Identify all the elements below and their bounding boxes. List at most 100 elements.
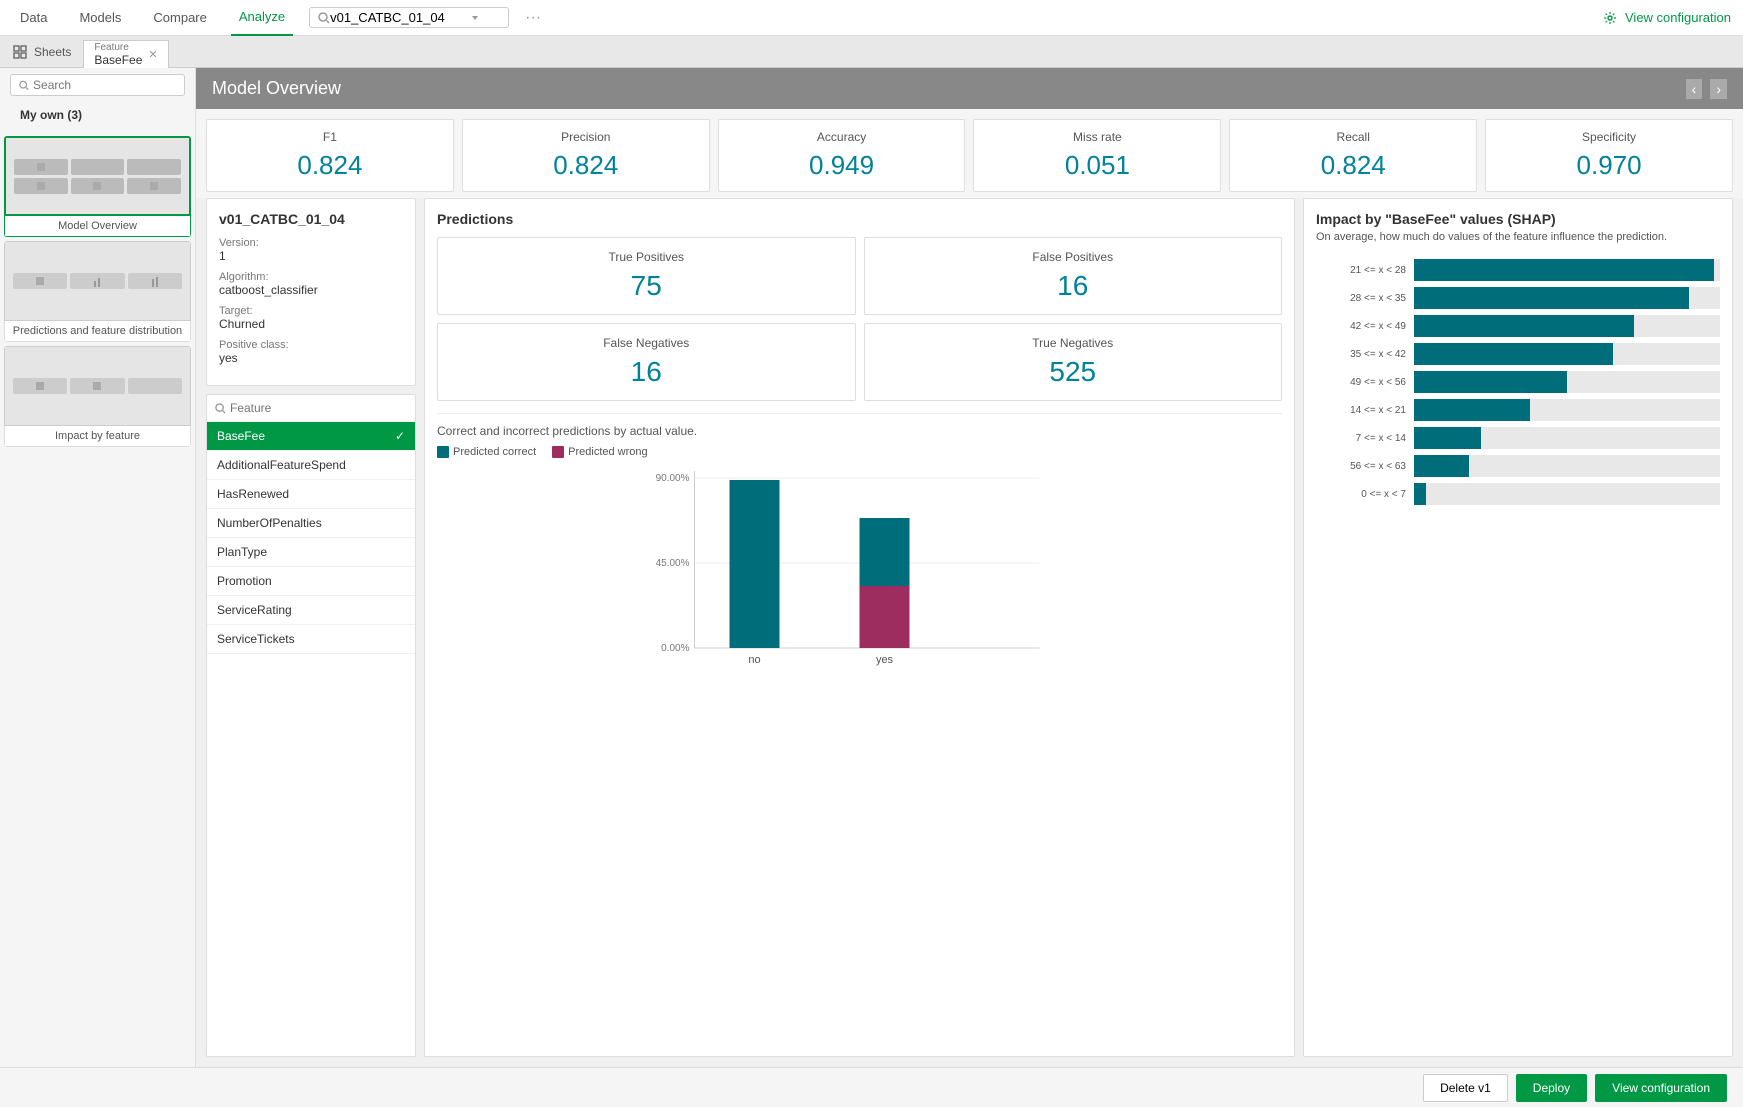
true-positives-value: 75 (448, 270, 845, 302)
metric-precision-label: Precision (473, 130, 699, 144)
metric-specificity: Specificity 0.970 (1485, 119, 1733, 192)
sheet-thumbnail-3 (4, 346, 191, 426)
shap-row-label: 21 <= x < 28 (1316, 265, 1406, 276)
shap-title: Impact by "BaseFee" values (SHAP) (1316, 211, 1720, 227)
shap-row: 7 <= x < 14 (1316, 427, 1720, 449)
feature-name-basefee: BaseFee (217, 429, 265, 443)
bar-chart: 90.00% 45.00% 0.00% (437, 466, 1282, 666)
sidebar-search-bar[interactable] (10, 74, 185, 96)
view-configuration-button[interactable]: View configuration (1603, 10, 1731, 25)
legend-wrong: Predicted wrong (552, 446, 648, 458)
shap-row-label: 35 <= x < 42 (1316, 349, 1406, 360)
feature-item-servicetickets[interactable]: ServiceTickets (207, 625, 415, 654)
shap-row: 35 <= x < 42 (1316, 343, 1720, 365)
svg-text:no: no (748, 654, 760, 666)
shap-bar-fill (1414, 259, 1714, 281)
chart-subtitle: Correct and incorrect predictions by act… (437, 424, 1282, 438)
feature-item-numberofpenalties[interactable]: NumberOfPenalties (207, 509, 415, 538)
feature-item-servicerating[interactable]: ServiceRating (207, 596, 415, 625)
shap-bar-fill (1414, 483, 1426, 505)
chart-legend: Predicted correct Predicted wrong (437, 446, 1282, 458)
metric-miss-rate-label: Miss rate (984, 130, 1210, 144)
metric-recall-label: Recall (1240, 130, 1466, 144)
tab-close-button[interactable]: ✕ (148, 48, 157, 61)
sidebar-section-title: My own (3) (10, 104, 185, 126)
left-panel: v01_CATBC_01_04 Version: 1 Algorithm: ca… (206, 198, 416, 1057)
false-negatives-value: 16 (448, 356, 845, 388)
model-version-label: Version: (219, 237, 403, 249)
view-configuration-bottom-button[interactable]: View configuration (1595, 1074, 1727, 1102)
shap-bar-fill (1414, 315, 1634, 337)
shap-row: 0 <= x < 7 (1316, 483, 1720, 505)
delete-button[interactable]: Delete v1 (1423, 1074, 1508, 1102)
deploy-button[interactable]: Deploy (1516, 1074, 1587, 1102)
feature-search-bar[interactable] (207, 395, 415, 422)
metric-miss-rate-value: 0.051 (984, 150, 1210, 181)
sidebar-header: My own (3) (0, 68, 195, 132)
metric-recall-value: 0.824 (1240, 150, 1466, 181)
shap-bar-background (1414, 315, 1720, 337)
false-positives-value: 16 (875, 270, 1272, 302)
model-algorithm-row: Algorithm: catboost_classifier (219, 271, 403, 297)
main-layout: My own (3) Model Overview (0, 68, 1743, 1067)
search-icon (318, 12, 330, 24)
shap-row-label: 49 <= x < 56 (1316, 377, 1406, 388)
feature-list: BaseFee ✓ AdditionalFeatureSpend HasRene… (207, 422, 415, 1056)
bottom-bar: Delete v1 Deploy View configuration (0, 1067, 1743, 1107)
sidebar-item-impact[interactable]: Impact by feature (4, 346, 191, 447)
prev-arrow[interactable]: ‹ (1686, 79, 1703, 99)
sheet-thumbnail-1 (4, 136, 191, 216)
model-positive-class-value: yes (219, 351, 403, 365)
sidebar-item-predictions[interactable]: Predictions and feature distribution (4, 241, 191, 342)
nav-data[interactable]: Data (12, 0, 55, 36)
global-search-input[interactable] (330, 10, 470, 25)
nav-models[interactable]: Models (71, 0, 129, 36)
metric-specificity-label: Specificity (1496, 130, 1722, 144)
feature-item-additionalfeaturespend[interactable]: AdditionalFeatureSpend (207, 451, 415, 480)
sidebar-items: Model Overview Predictions and feat (0, 132, 195, 451)
sidebar-item-model-overview[interactable]: Model Overview (4, 136, 191, 237)
feature-item-promotion[interactable]: Promotion (207, 567, 415, 596)
feature-name-hasrenewed: HasRenewed (217, 487, 289, 501)
feature-item-plantype[interactable]: PlanType (207, 538, 415, 567)
model-target-label: Target: (219, 305, 403, 317)
nav-analyze[interactable]: Analyze (231, 0, 293, 36)
feature-tab[interactable]: Feature BaseFee ✕ (83, 40, 168, 68)
shap-bar-background (1414, 259, 1720, 281)
dropdown-icon (470, 13, 480, 23)
svg-text:0.00%: 0.00% (661, 643, 689, 654)
true-negatives-label: True Negatives (875, 336, 1272, 350)
model-name: v01_CATBC_01_04 (219, 211, 403, 227)
nav-compare[interactable]: Compare (145, 0, 214, 36)
feature-item-hasrenewed[interactable]: HasRenewed (207, 480, 415, 509)
shap-bar-background (1414, 455, 1720, 477)
false-positives-cell: False Positives 16 (864, 237, 1283, 315)
feature-name-servicetickets: ServiceTickets (217, 632, 295, 646)
shap-bar-background (1414, 427, 1720, 449)
global-search-bar[interactable] (309, 7, 509, 28)
metric-f1-label: F1 (217, 130, 443, 144)
predictions-title: Predictions (437, 211, 1282, 227)
svg-text:45.00%: 45.00% (656, 558, 690, 569)
sheet-label-2: Predictions and feature distribution (4, 321, 191, 342)
tabs-row: Sheets Feature BaseFee ✕ (0, 36, 1743, 68)
true-positives-cell: True Positives 75 (437, 237, 856, 315)
tab-value: BaseFee (94, 53, 142, 67)
legend-wrong-dot (552, 446, 564, 458)
sidebar-search-input[interactable] (33, 78, 176, 92)
feature-search-input[interactable] (230, 401, 407, 415)
next-arrow[interactable]: › (1710, 79, 1727, 99)
shap-bar-fill (1414, 427, 1481, 449)
metrics-row: F1 0.824 Precision 0.824 Accuracy 0.949 … (196, 109, 1743, 198)
main-split: v01_CATBC_01_04 Version: 1 Algorithm: ca… (196, 198, 1743, 1067)
true-negatives-cell: True Negatives 525 (864, 323, 1283, 401)
feature-item-basefee[interactable]: BaseFee ✓ (207, 422, 415, 451)
model-algorithm-value: catboost_classifier (219, 283, 403, 297)
sheet-label-3: Impact by feature (4, 426, 191, 447)
shap-bar-fill (1414, 343, 1613, 365)
model-target-value: Churned (219, 317, 403, 331)
sheets-label[interactable]: Sheets (34, 45, 71, 59)
model-info-card: v01_CATBC_01_04 Version: 1 Algorithm: ca… (206, 198, 416, 386)
false-negatives-cell: False Negatives 16 (437, 323, 856, 401)
more-options[interactable]: ··· (525, 9, 541, 27)
